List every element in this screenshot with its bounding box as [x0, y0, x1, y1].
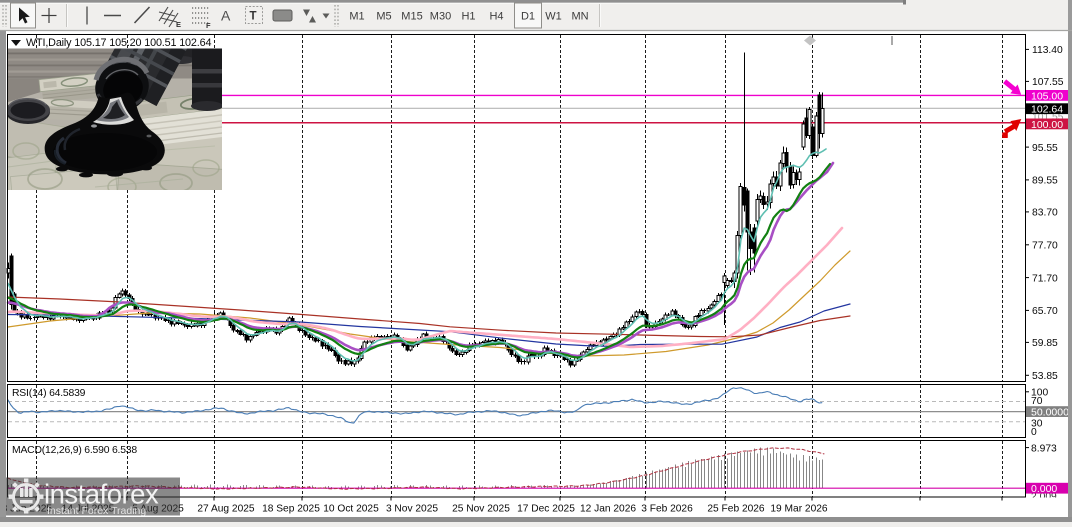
svg-text:53.85: 53.85: [1032, 371, 1058, 382]
svg-text:12 Jan 2026: 12 Jan 2026: [580, 504, 636, 515]
svg-text:T: T: [250, 11, 257, 23]
svg-text:83.70: 83.70: [1032, 208, 1058, 219]
svg-text:H4: H4: [489, 11, 503, 23]
svg-text:8.973: 8.973: [1031, 443, 1057, 454]
svg-text:107.55: 107.55: [1032, 77, 1064, 88]
svg-text:M5: M5: [376, 11, 391, 23]
svg-text:95.55: 95.55: [1032, 143, 1058, 154]
svg-text:59.85: 59.85: [1032, 338, 1058, 349]
svg-text:M30: M30: [430, 11, 451, 23]
svg-text:Instant Forex Trading: Instant Forex Trading: [47, 505, 146, 517]
svg-text:27 Aug 2025: 27 Aug 2025: [197, 504, 255, 515]
svg-text:WTI,Daily 105.17 105.20 100.5: WTI,Daily 105.17 105.20 100.51 102.64: [26, 37, 211, 49]
svg-text:0: 0: [1031, 427, 1037, 438]
svg-text:RSI(14) 64.5839: RSI(14) 64.5839: [12, 388, 86, 399]
svg-text:MN: MN: [571, 11, 588, 23]
svg-text:10 Oct 2025: 10 Oct 2025: [323, 504, 379, 515]
svg-text:M1: M1: [349, 11, 364, 23]
svg-text:M15: M15: [401, 11, 422, 23]
svg-text:89.55: 89.55: [1032, 176, 1058, 187]
svg-text:19 Mar 2026: 19 Mar 2026: [770, 504, 828, 515]
svg-text:102.64: 102.64: [1031, 104, 1063, 116]
svg-text:A: A: [221, 8, 231, 24]
svg-text:100.00: 100.00: [1031, 119, 1063, 131]
svg-text:25 Feb 2026: 25 Feb 2026: [707, 504, 765, 515]
svg-text:65.70: 65.70: [1032, 306, 1058, 317]
svg-text:25 Nov 2025: 25 Nov 2025: [452, 504, 510, 515]
svg-text:3 Feb 2026: 3 Feb 2026: [641, 504, 693, 515]
svg-text:F: F: [206, 21, 211, 30]
svg-text:105.00: 105.00: [1031, 90, 1063, 102]
svg-text:0.000: 0.000: [1031, 483, 1057, 495]
svg-text:3 Nov 2025: 3 Nov 2025: [386, 504, 438, 515]
svg-text:17 Dec 2025: 17 Dec 2025: [517, 504, 575, 515]
svg-text:H1: H1: [461, 11, 475, 23]
svg-text:113.40: 113.40: [1032, 45, 1063, 56]
svg-text:W1: W1: [545, 11, 562, 23]
svg-text:70: 70: [1031, 396, 1043, 407]
svg-text:E: E: [176, 20, 181, 29]
svg-text:D1: D1: [521, 11, 535, 23]
svg-text:77.70: 77.70: [1032, 241, 1058, 252]
svg-text:18 Sep 2025: 18 Sep 2025: [262, 504, 320, 515]
svg-text:MACD(12,26,9) 6.590 6.538: MACD(12,26,9) 6.590 6.538: [12, 445, 137, 456]
svg-text:71.70: 71.70: [1032, 273, 1058, 284]
svg-text:50.0000: 50.0000: [1031, 407, 1069, 419]
